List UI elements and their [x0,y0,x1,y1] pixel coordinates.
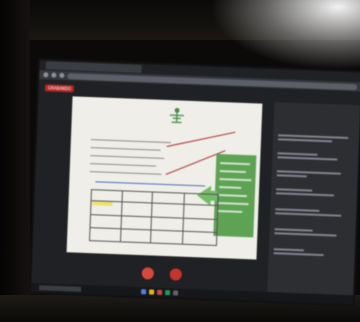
app-icon[interactable] [172,290,179,296]
highlighted-cell [92,201,113,206]
screen-glare [210,0,360,70]
chat-message [275,206,353,217]
chat-message [274,226,352,237]
reload-icon[interactable] [59,72,65,79]
institution-logo [169,107,184,124]
form-section-link [95,181,206,187]
forward-icon[interactable] [51,72,57,78]
note-text-line [218,194,247,198]
back-icon[interactable] [43,72,49,78]
photo-scene: GRABANDO [0,0,360,322]
folder-icon[interactable] [149,289,155,295]
video-call-window: GRABANDO [31,79,360,305]
taskbar-search[interactable] [39,285,82,292]
green-note-box [213,153,257,238]
form-line [90,155,165,159]
note-text-line [219,186,242,189]
room-background-left [0,0,30,322]
note-text-line [219,178,252,182]
participants-chat-panel [267,102,360,296]
app-icon[interactable] [156,289,163,295]
form-line [90,147,161,151]
note-text-line [218,210,243,213]
form-line [89,171,162,175]
note-text-line [219,170,246,174]
recording-status: GRABANDO [44,82,80,93]
chat-message [276,168,355,179]
recording-badge: GRABANDO [44,83,75,92]
table-row-divider [90,227,217,233]
callout-line [166,131,236,147]
document-table [89,189,219,247]
form-line [90,139,171,144]
form-line [89,163,156,167]
app-icon[interactable] [164,290,171,296]
end-call-icon[interactable] [169,268,183,281]
browser-icon[interactable] [141,289,147,295]
chat-message [278,132,356,143]
note-text-line [220,162,251,166]
shared-document-slide [66,96,263,260]
table-row-divider [91,214,217,220]
note-text-line [218,202,249,206]
microphone-icon[interactable] [141,267,155,280]
chat-message [273,246,352,257]
monitor-screen: GRABANDO [28,58,360,307]
chat-message [275,186,354,197]
chat-message [277,150,355,161]
